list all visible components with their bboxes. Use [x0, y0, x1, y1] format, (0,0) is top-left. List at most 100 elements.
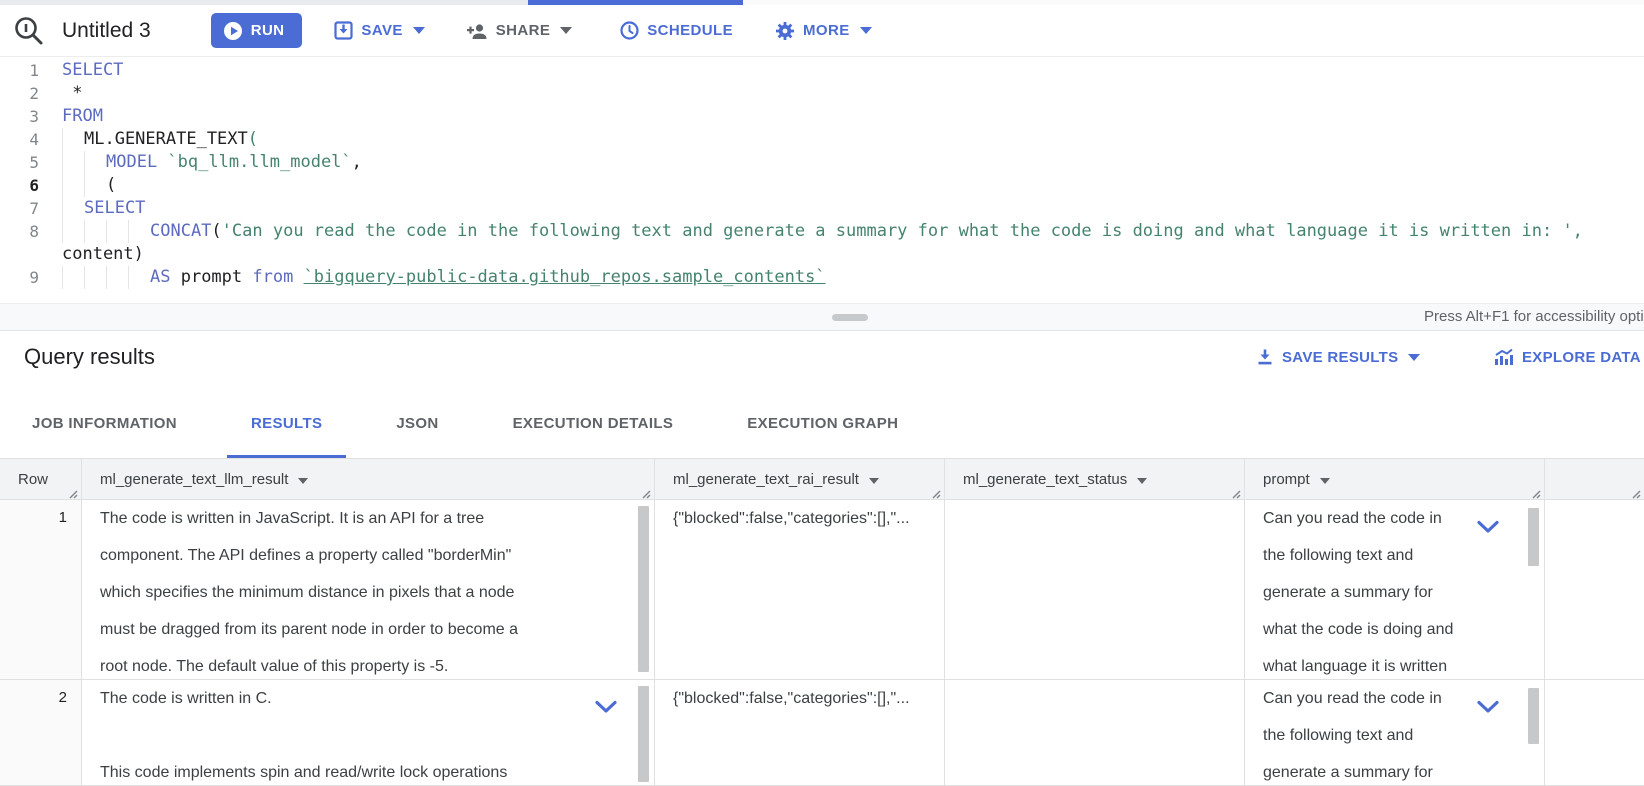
query-tab-title: Untitled 3 [62, 19, 151, 43]
code-segment: CONCAT [150, 221, 211, 241]
column-menu-caret-icon[interactable] [869, 478, 879, 484]
code-segment: , [352, 152, 362, 172]
explore-chart-icon [1494, 348, 1514, 366]
tab-execution-details[interactable]: EXECUTION DETAILS [489, 391, 698, 458]
cell-ml-generate-text-rai-result[interactable]: {"blocked":false,"categories":[],"... [655, 680, 945, 785]
share-button[interactable]: SHARE [467, 22, 573, 40]
cell-ml-generate-text-rai-result[interactable]: {"blocked":false,"categories":[],"... [655, 500, 945, 679]
code-line-text: AS prompt from `bigquery-public-data.git… [48, 266, 1644, 289]
row-number-cell: 2 [0, 680, 82, 785]
code-line: 7 SELECT [0, 197, 1644, 220]
cell-text-line [100, 717, 636, 754]
cell-text-line: generate a summary for [1263, 574, 1526, 611]
save-dropdown-caret-icon [413, 27, 425, 34]
cell-text-line: generate a summary for [1263, 754, 1526, 785]
code-line-text: ML.GENERATE_TEXT( [48, 128, 1644, 151]
indent-guide [62, 220, 84, 243]
cell-text-line: {"blocked":false,"categories":[],"... [673, 680, 926, 717]
clock-icon [620, 21, 639, 40]
code-line: 9AS prompt from `bigquery-public-data.gi… [0, 266, 1644, 289]
gear-icon [775, 21, 795, 41]
column-menu-caret-icon[interactable] [1137, 478, 1147, 484]
cell-ml-generate-text-status[interactable] [945, 680, 1245, 785]
cell-text-line: This code implements spin and read/write… [100, 754, 636, 785]
column-resize-handle-icon[interactable] [640, 486, 651, 497]
code-segment: `bq_llm.llm_model` [167, 152, 351, 172]
code-segment: ( [106, 175, 116, 195]
cell-prompt[interactable]: Can you read the code inthe following te… [1245, 500, 1545, 679]
schedule-button[interactable]: SCHEDULE [620, 21, 733, 40]
cell-ml-generate-text-llm-result[interactable]: The code is written in JavaScript. It is… [82, 500, 655, 679]
code-line: 2 * [0, 82, 1644, 105]
expand-chevron-icon[interactable] [594, 691, 618, 728]
indent-guide [106, 220, 128, 243]
cell-prompt[interactable]: Can you read the code inthe following te… [1245, 680, 1545, 785]
column-resize-handle-icon[interactable] [1230, 486, 1241, 497]
header-cell-ml_generate_text_rai_result[interactable]: ml_generate_text_rai_result [655, 459, 945, 500]
header-cell-filler[interactable] [1545, 459, 1644, 500]
code-segment: from [252, 267, 303, 287]
indent-guide [62, 197, 84, 220]
cell-ml-generate-text-llm-result[interactable]: The code is written in C.This code imple… [82, 680, 655, 785]
code-line-text: content) [48, 243, 1644, 266]
header-cell-ml_generate_text_status[interactable]: ml_generate_text_status [945, 459, 1245, 500]
code-line-text: MODEL `bq_llm.llm_model`, [48, 151, 1644, 174]
column-resize-handle-icon[interactable] [1630, 486, 1641, 497]
line-number: 7 [0, 197, 48, 220]
editor-toolbar: Untitled 3 RUN SAVE SHARE SCHEDU [0, 5, 1644, 57]
table-row: 2The code is written in C.This code impl… [0, 680, 1644, 786]
cell-text-line: The code is written in JavaScript. It is… [100, 500, 636, 537]
tab-job-information[interactable]: JOB INFORMATION [8, 391, 201, 458]
sql-editor[interactable]: 1SELECT2 *3FROM4ML.GENERATE_TEXT(5MODEL … [0, 57, 1644, 303]
column-label: ml_generate_text_status [963, 471, 1127, 488]
code-segment: SELECT [84, 198, 145, 218]
more-button[interactable]: MORE [775, 21, 872, 41]
save-results-button[interactable]: SAVE RESULTS [1256, 348, 1420, 366]
header-cell-prompt[interactable]: prompt [1245, 459, 1545, 500]
cell-scrollbar[interactable] [1528, 508, 1539, 566]
expand-chevron-icon[interactable] [1476, 691, 1500, 728]
tab-json[interactable]: JSON [372, 391, 462, 458]
save-results-caret-icon [1408, 354, 1420, 361]
share-dropdown-caret-icon [560, 27, 572, 34]
results-table-header: Rowml_generate_text_llm_result ml_generat… [0, 459, 1644, 500]
cell-scrollbar[interactable] [1528, 688, 1539, 744]
code-line-text: FROM [48, 105, 1644, 128]
tab-execution-graph[interactable]: EXECUTION GRAPH [723, 391, 922, 458]
indent-guide [84, 174, 106, 197]
cell-text-line: what the code is doing and [1263, 611, 1526, 648]
expand-chevron-icon[interactable] [1476, 511, 1500, 548]
query-results-title: Query results [24, 344, 155, 370]
line-number: 1 [0, 59, 48, 82]
code-segment: ML.GENERATE_TEXT [84, 129, 248, 149]
column-label: prompt [1263, 471, 1310, 488]
header-cell-Row[interactable]: Row [0, 459, 82, 500]
indent-guide [128, 266, 150, 289]
code-line: 1SELECT [0, 59, 1644, 82]
column-resize-handle-icon[interactable] [930, 486, 941, 497]
header-cell-ml_generate_text_llm_result[interactable]: ml_generate_text_llm_result [82, 459, 655, 500]
row-number-cell: 1 [0, 500, 82, 679]
explore-data-button[interactable]: EXPLORE DATA [1494, 348, 1641, 366]
cell-scrollbar[interactable] [638, 686, 649, 782]
splitter-drag-handle-icon[interactable] [832, 314, 868, 321]
save-button[interactable]: SAVE [334, 21, 424, 40]
column-menu-caret-icon[interactable] [1320, 478, 1330, 484]
cell-ml-generate-text-status[interactable] [945, 500, 1245, 679]
save-results-label: SAVE RESULTS [1282, 349, 1398, 366]
cell-scrollbar[interactable] [638, 506, 649, 672]
share-button-label: SHARE [496, 22, 551, 39]
filler-cell [1545, 500, 1644, 679]
column-resize-handle-icon[interactable] [1530, 486, 1541, 497]
column-resize-handle-icon[interactable] [67, 486, 78, 497]
column-menu-caret-icon[interactable] [298, 478, 308, 484]
indent-guide [84, 151, 106, 174]
column-label: ml_generate_text_rai_result [673, 471, 859, 488]
cell-text-line: {"blocked":false,"categories":[],"... [673, 500, 926, 537]
run-button-label: RUN [251, 22, 285, 39]
pane-splitter[interactable] [0, 303, 1644, 331]
run-button[interactable]: RUN [211, 13, 303, 48]
tab-results[interactable]: RESULTS [227, 391, 346, 458]
line-number: 3 [0, 105, 48, 128]
explore-data-label: EXPLORE DATA [1522, 349, 1641, 366]
